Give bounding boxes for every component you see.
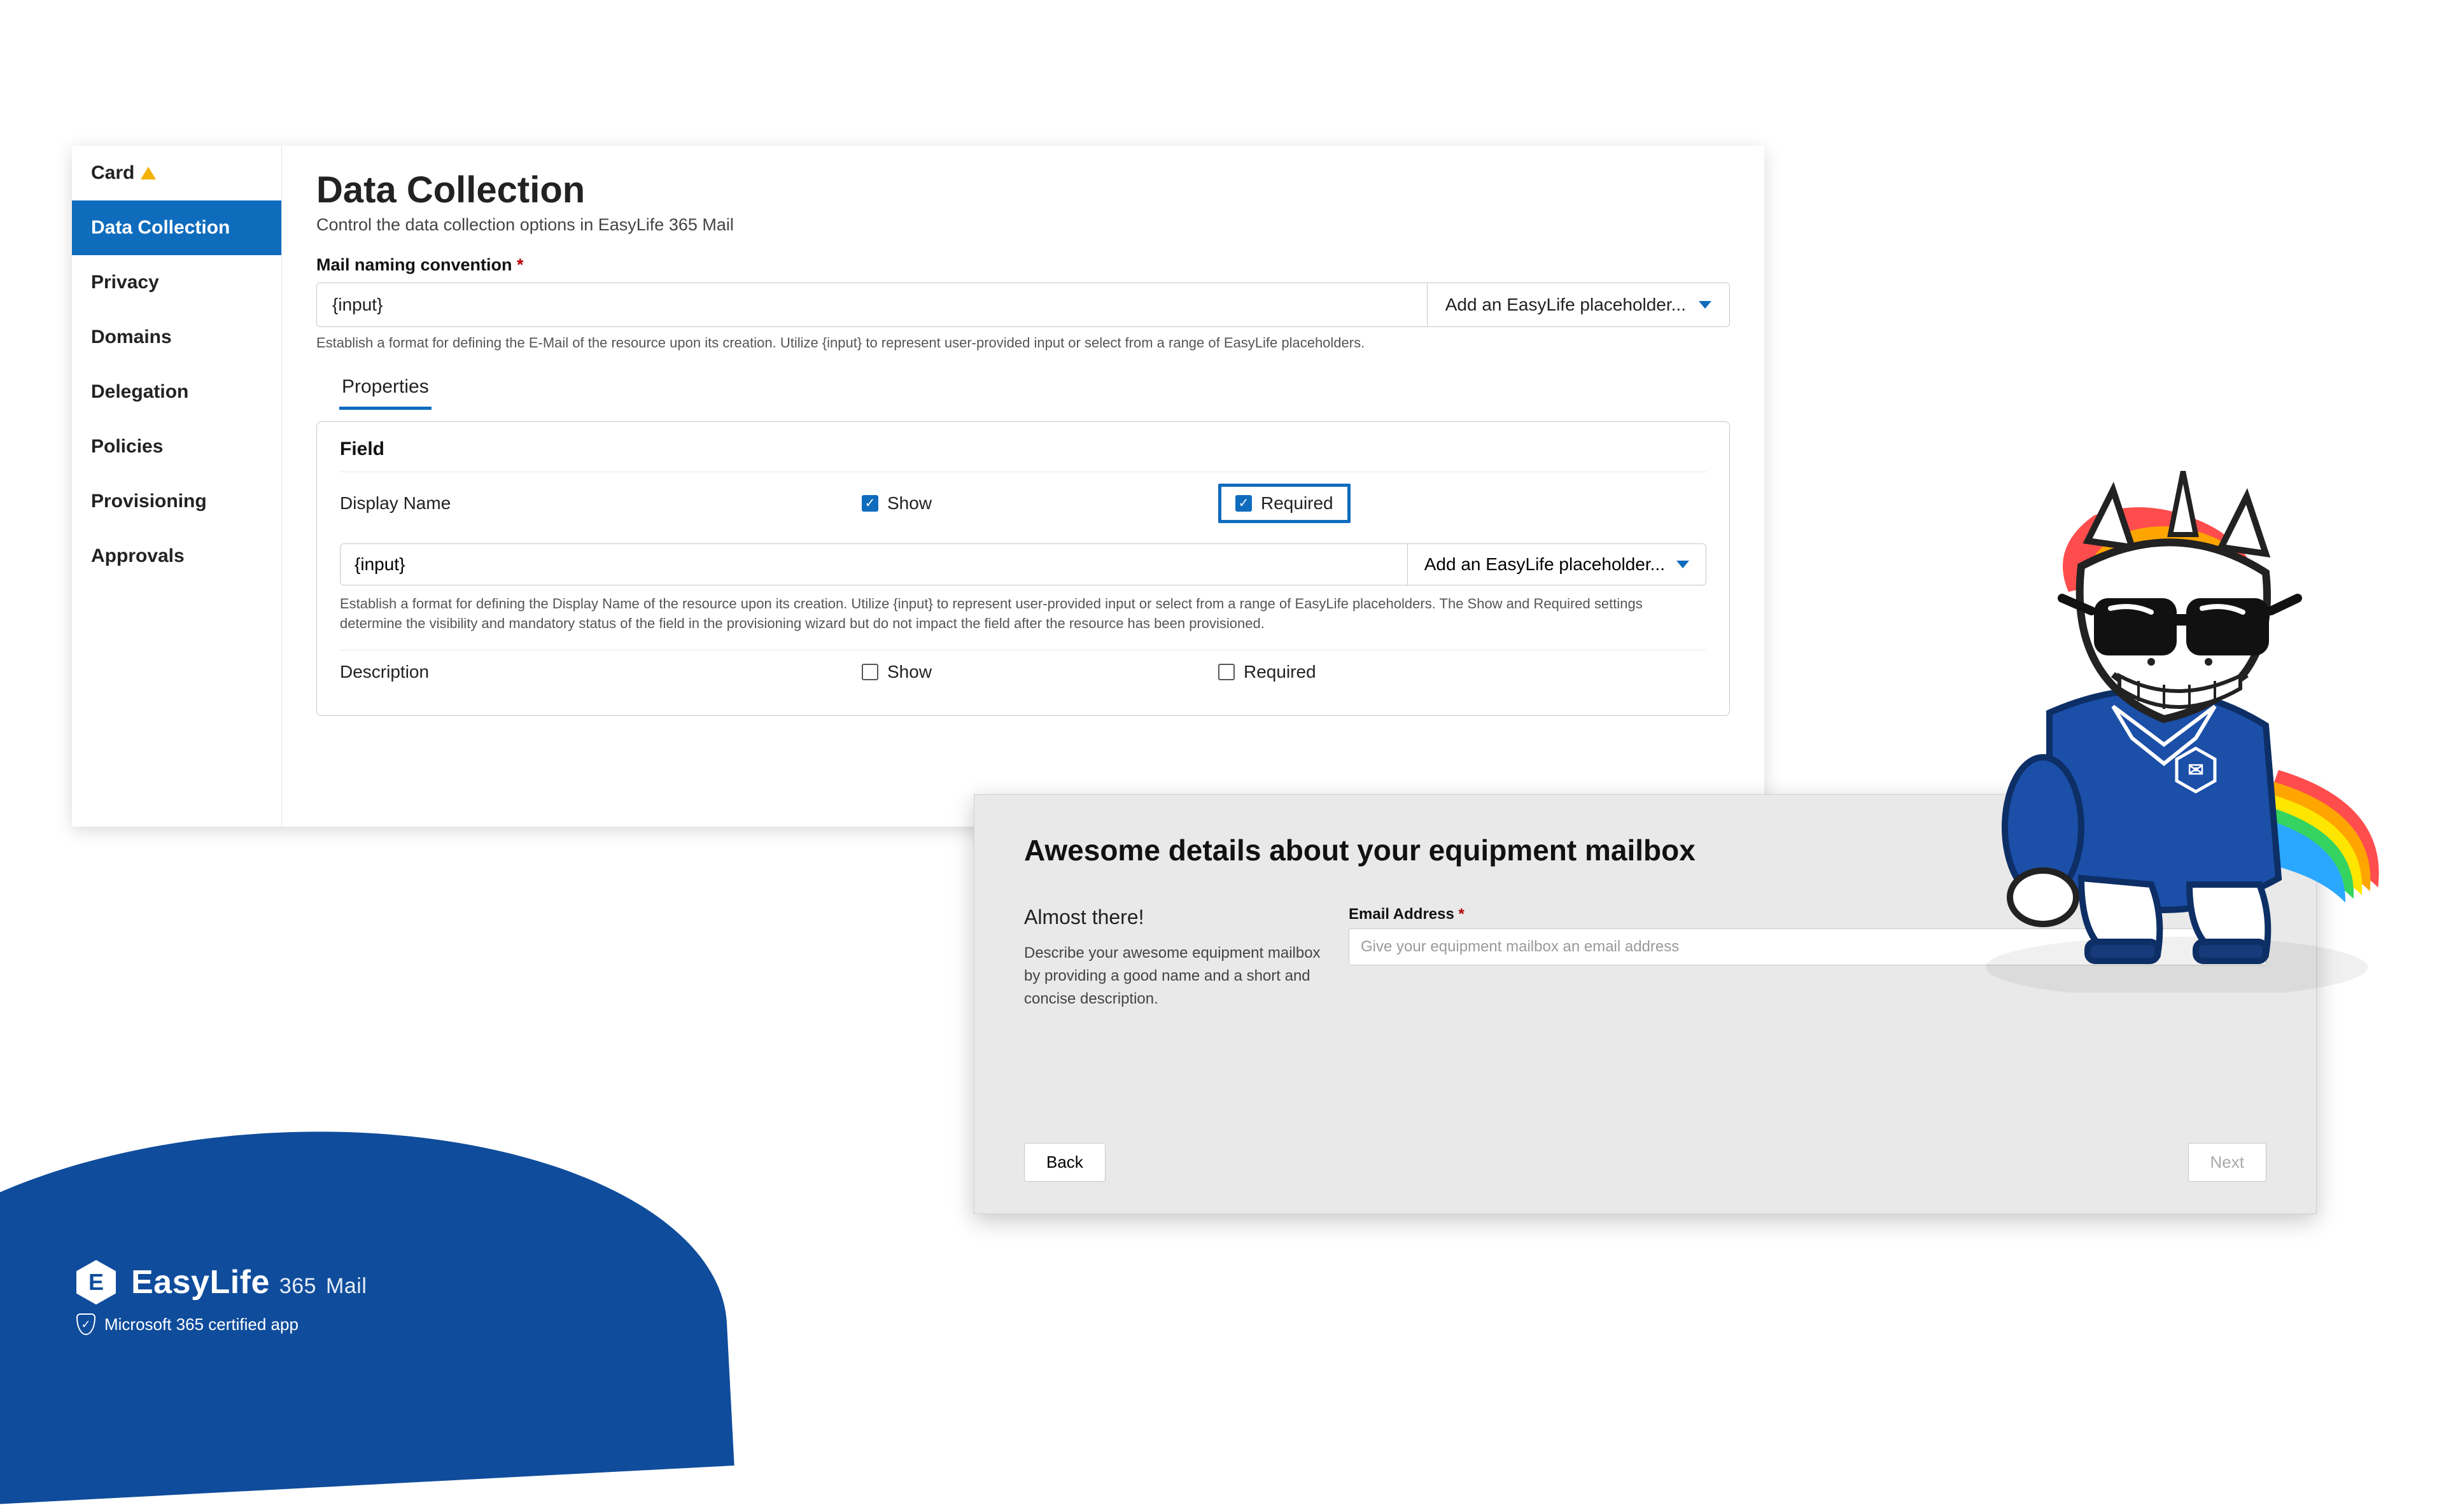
props-header: Field xyxy=(340,438,1706,472)
sidebar-item-card[interactable]: Card xyxy=(72,146,281,200)
sidebar-item-label: Delegation xyxy=(91,381,188,403)
sidebar-item-domains[interactable]: Domains xyxy=(72,310,281,365)
props-tabs: Properties xyxy=(339,370,1730,410)
brand-text: EasyLife 365 Mail xyxy=(131,1263,367,1301)
prop-label: Display Name xyxy=(340,493,862,514)
display-name-placeholder-dropdown[interactable]: Add an EasyLife placeholder... xyxy=(1407,544,1706,585)
mail-naming-input-row: Add an EasyLife placeholder... xyxy=(316,283,1730,327)
description-required-checkbox[interactable] xyxy=(1218,664,1235,680)
display-name-hint: Establish a format for defining the Disp… xyxy=(340,594,1706,634)
admin-panel: Card Data Collection Privacy Domains Del… xyxy=(72,146,1764,827)
sidebar-item-label: Policies xyxy=(91,436,163,458)
cert-row: ✓ Microsoft 365 certified app xyxy=(76,1313,367,1335)
brand-hex-logo-icon: E xyxy=(76,1260,116,1305)
wizard-left-heading: Almost there! xyxy=(1024,906,1323,929)
sidebar-item-delegation[interactable]: Delegation xyxy=(72,365,281,419)
prop-label: Description xyxy=(340,662,862,682)
sidebar-item-data-collection[interactable]: Data Collection xyxy=(72,200,281,255)
sidebar-item-provisioning[interactable]: Provisioning xyxy=(72,474,281,529)
unicorn-mascot-icon: ✉ xyxy=(1922,471,2406,993)
display-name-required-checkbox[interactable]: ✓ xyxy=(1235,495,1252,512)
wizard-left-body: Describe your awesome equipment mailbox … xyxy=(1024,942,1323,1011)
sidebar-item-privacy[interactable]: Privacy xyxy=(72,255,281,310)
page-title: Data Collection xyxy=(316,169,1730,211)
description-show-checkbox[interactable] xyxy=(862,664,878,680)
prop-row-description: Description Show Required xyxy=(340,650,1706,694)
mail-naming-label: Mail naming convention * xyxy=(316,255,1730,275)
sidebar-item-label: Privacy xyxy=(91,272,159,293)
next-button[interactable]: Next xyxy=(2188,1143,2266,1182)
svg-text:✉: ✉ xyxy=(2188,760,2203,781)
sidebar-item-label: Data Collection xyxy=(91,217,230,239)
display-name-format-input[interactable] xyxy=(341,544,1407,585)
wizard-left-column: Almost there! Describe your awesome equi… xyxy=(1024,906,1323,1124)
chevron-down-icon xyxy=(1676,561,1689,568)
settings-main: Data Collection Control the data collect… xyxy=(282,146,1764,827)
tab-properties[interactable]: Properties xyxy=(339,370,432,410)
warning-icon xyxy=(141,167,156,179)
page-subtitle: Control the data collection options in E… xyxy=(316,215,1730,235)
wizard-footer: Back Next xyxy=(1024,1143,2266,1182)
back-button[interactable]: Back xyxy=(1024,1143,1106,1182)
prop-row-display-name: Display Name ✓ Show ✓ Required xyxy=(340,472,1706,535)
settings-sidebar: Card Data Collection Privacy Domains Del… xyxy=(72,146,282,827)
sidebar-item-approvals[interactable]: Approvals xyxy=(72,529,281,584)
sidebar-item-label: Provisioning xyxy=(91,491,207,512)
mail-naming-hint: Establish a format for defining the E-Ma… xyxy=(316,333,1730,353)
properties-card: Field Display Name ✓ Show ✓ Required Add… xyxy=(316,421,1730,717)
display-name-required-highlight: ✓ Required xyxy=(1218,484,1351,523)
mail-naming-placeholder-dropdown[interactable]: Add an EasyLife placeholder... xyxy=(1427,283,1729,326)
shield-check-icon: ✓ xyxy=(76,1313,95,1335)
cert-text: Microsoft 365 certified app xyxy=(104,1315,298,1334)
brand-block: E EasyLife 365 Mail ✓ Microsoft 365 cert… xyxy=(76,1260,367,1335)
chevron-down-icon xyxy=(1699,301,1711,309)
mail-naming-input[interactable] xyxy=(317,283,1427,326)
display-name-show-checkbox[interactable]: ✓ xyxy=(862,495,878,512)
sidebar-item-label: Approvals xyxy=(91,545,185,567)
display-name-format-row: Add an EasyLife placeholder... xyxy=(340,543,1706,585)
sidebar-item-label: Card xyxy=(91,162,134,184)
sidebar-item-label: Domains xyxy=(91,326,172,348)
sidebar-item-policies[interactable]: Policies xyxy=(72,419,281,474)
